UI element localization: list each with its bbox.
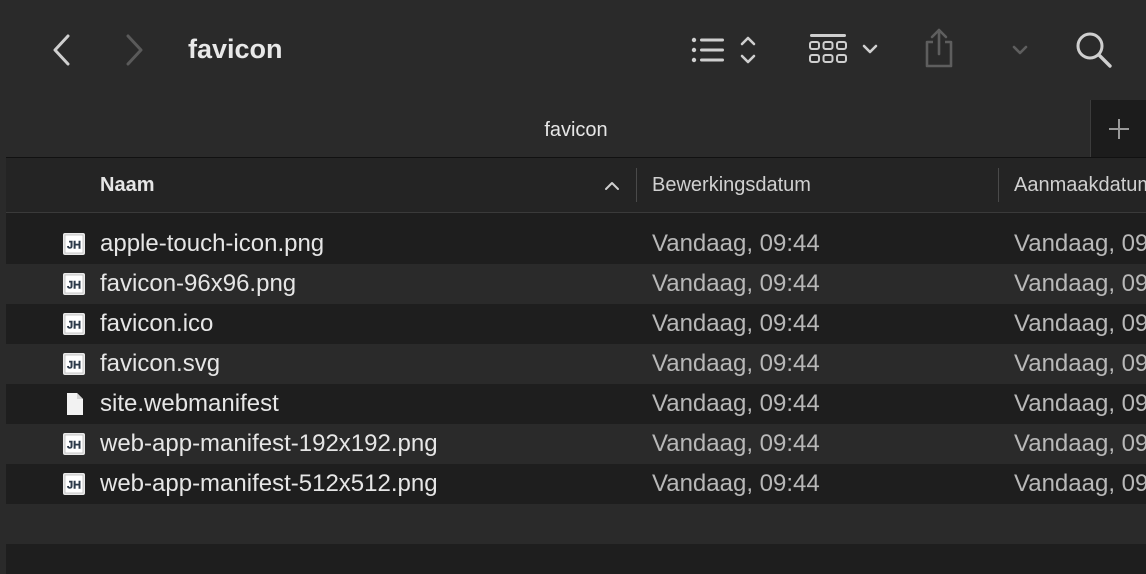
file-modified-date: Vandaag, 09:44 bbox=[652, 430, 820, 457]
file-modified-date: Vandaag, 09:44 bbox=[652, 310, 820, 337]
table-row[interactable]: JH apple-touch-icon.png Vandaag, 09:44 Vand… bbox=[6, 224, 1146, 264]
image-file-icon: JH bbox=[63, 433, 85, 455]
file-modified-date: Vandaag, 09:44 bbox=[652, 350, 820, 377]
thumbnail-text: JH bbox=[67, 240, 81, 252]
column-header: Naam Bewerkingsdatum Aanmaakdatum bbox=[6, 158, 1146, 213]
file-modified-date: Vandaag, 09:44 bbox=[652, 270, 820, 297]
file-modified-date: Vandaag, 09:44 bbox=[652, 470, 820, 497]
file-modified-date: Vandaag, 09:44 bbox=[652, 230, 820, 257]
table-row[interactable]: JH favicon-96x96.png Vandaag, 09:44 Vandaag… bbox=[6, 264, 1146, 304]
search-icon[interactable] bbox=[1074, 30, 1114, 70]
file-list: JH apple-touch-icon.png Vandaag, 09:44 Vand… bbox=[6, 224, 1146, 504]
new-tab-button[interactable] bbox=[1090, 100, 1146, 158]
chevron-down-icon[interactable] bbox=[1010, 40, 1030, 60]
table-row[interactable]: JH web-app-manifest-192x192.png Vandaag, 0… bbox=[6, 424, 1146, 464]
file-name: web-app-manifest-192x192.png bbox=[100, 430, 438, 457]
image-file-icon: JH bbox=[63, 353, 85, 375]
file-name: apple-touch-icon.png bbox=[100, 230, 325, 257]
column-separator[interactable] bbox=[636, 168, 637, 202]
document-file-icon bbox=[67, 393, 83, 415]
table-row[interactable]: JH favicon.ico Vandaag, 09:44 Vandaag, 09:4… bbox=[6, 304, 1146, 344]
file-created-date: Vandaag, 09:44 bbox=[1014, 390, 1146, 417]
thumbnail-text: JH bbox=[67, 360, 81, 372]
file-created-date: Vandaag, 09:44 bbox=[1014, 430, 1146, 457]
thumbnail-text: JH bbox=[67, 280, 81, 292]
chevron-right-icon[interactable] bbox=[122, 34, 146, 66]
thumbnail-text: JH bbox=[67, 320, 81, 332]
table-row[interactable]: JH favicon.svg Vandaag, 09:44 Vandaag, 09:4… bbox=[6, 344, 1146, 384]
column-modified-header[interactable]: Bewerkingsdatum bbox=[652, 158, 992, 212]
image-file-icon: JH bbox=[63, 233, 85, 255]
file-name: web-app-manifest-512x512.png bbox=[100, 470, 438, 497]
column-separator[interactable] bbox=[998, 168, 999, 202]
image-file-icon: JH bbox=[63, 273, 85, 295]
tab-favicon[interactable]: favicon bbox=[6, 118, 1146, 142]
table-row[interactable]: JH web-app-manifest-512x512.png Vandaag, 0… bbox=[6, 464, 1146, 504]
file-created-date: Vandaag, 09:44 bbox=[1014, 350, 1146, 377]
empty-row bbox=[6, 504, 1146, 544]
file-name: site.webmanifest bbox=[100, 390, 279, 417]
file-modified-date: Vandaag, 09:44 bbox=[652, 390, 820, 417]
share-icon[interactable] bbox=[922, 28, 956, 70]
file-created-date: Vandaag, 09:44 bbox=[1014, 470, 1146, 497]
column-name-header[interactable]: Naam bbox=[100, 158, 500, 212]
file-name: favicon-96x96.png bbox=[100, 270, 297, 297]
window-title: favicon bbox=[188, 34, 283, 64]
file-created-date: Vandaag, 09:44 bbox=[1014, 270, 1146, 297]
sort-ascending-icon[interactable] bbox=[604, 180, 620, 192]
toolbar: favicon bbox=[6, 0, 1146, 100]
list-view-icon[interactable] bbox=[690, 34, 762, 66]
file-name: favicon.ico bbox=[100, 310, 214, 337]
tab-bar: favicon bbox=[6, 100, 1146, 158]
plus-icon bbox=[1109, 119, 1129, 139]
thumbnail-text: JH bbox=[67, 480, 81, 492]
chevron-left-icon[interactable] bbox=[50, 34, 74, 66]
file-created-date: Vandaag, 09:44 bbox=[1014, 310, 1146, 337]
image-file-icon: JH bbox=[63, 473, 85, 495]
file-created-date: Vandaag, 09:44 bbox=[1014, 230, 1146, 257]
column-created-header[interactable]: Aanmaakdatum bbox=[1014, 158, 1146, 212]
image-file-icon: JH bbox=[63, 313, 85, 335]
table-row[interactable]: site.webmanifest Vandaag, 09:44 Vandaag, 0… bbox=[6, 384, 1146, 424]
file-name: favicon.svg bbox=[100, 350, 221, 377]
grid-group-icon[interactable] bbox=[808, 32, 884, 68]
thumbnail-text: JH bbox=[67, 440, 81, 452]
